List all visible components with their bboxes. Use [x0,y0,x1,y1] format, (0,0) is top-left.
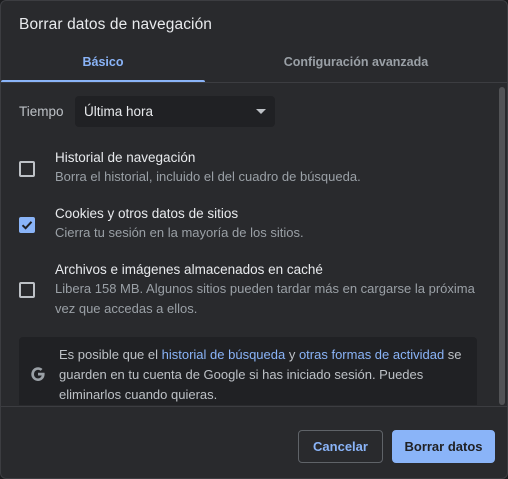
other-activity-link[interactable]: otras formas de actividad [299,347,444,362]
google-account-info-box: Es posible que el historial de búsqueda … [19,337,477,405]
option-description: Cierra tu sesión en la mayoría de los si… [55,225,304,240]
tab-advanced[interactable]: Configuración avanzada [205,45,507,83]
clear-data-button[interactable]: Borrar datos [392,430,495,463]
info-text-part: Es posible que el [59,347,162,362]
option-title: Historial de navegación [55,150,196,165]
option-browsing-history[interactable]: Historial de navegación Borra el histori… [1,145,497,195]
tab-basic[interactable]: Básico [1,45,205,83]
search-history-link[interactable]: historial de búsqueda [162,347,286,362]
time-range-value: Última hora [84,104,154,119]
option-title: Archivos e imágenes almacenados en caché [55,262,323,277]
checkbox-cookies[interactable] [19,217,35,233]
info-text: Es posible que el historial de búsqueda … [59,345,471,405]
cancel-button[interactable]: Cancelar [298,430,383,463]
checkbox-cache[interactable] [19,282,35,298]
time-range-label: Tiempo [19,104,64,119]
option-cookies[interactable]: Cookies y otros datos de sitios Cierra t… [1,201,497,251]
dialog-title: Borrar datos de navegación [19,16,213,33]
dialog-content: Tiempo Última hora Historial de navegaci… [1,83,497,405]
info-text-part: y [285,347,299,362]
checkbox-browsing-history[interactable] [19,161,35,177]
option-title: Cookies y otros datos de sitios [55,206,239,221]
clear-browsing-data-dialog: Borrar datos de navegación Básico Config… [0,0,508,479]
dropdown-caret-icon [256,109,266,114]
footer-divider [1,406,507,407]
option-cache[interactable]: Archivos e imágenes almacenados en caché… [1,257,497,327]
option-description: Libera 158 MB. Algunos sitios pueden tar… [55,281,475,316]
time-range-select[interactable]: Última hora [75,96,275,127]
option-description: Borra el historial, incluido el del cuad… [55,169,361,184]
checkmark-icon [21,221,33,230]
tab-bar: Básico Configuración avanzada [1,45,507,83]
google-g-icon [31,367,45,381]
scrollbar-thumb[interactable] [499,87,505,405]
